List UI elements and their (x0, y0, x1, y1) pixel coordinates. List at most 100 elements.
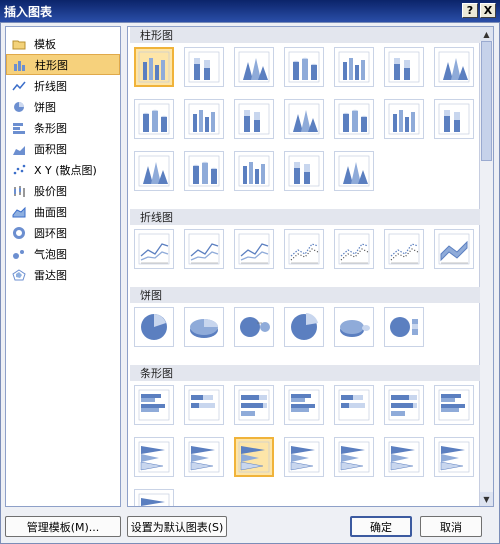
surface-chart-icon (12, 206, 26, 218)
manage-templates-button[interactable]: 管理模板(M)... (5, 516, 121, 537)
sidebar-item-radar-chart[interactable]: 雷达图 (6, 264, 120, 285)
sidebar-item-scatter-chart[interactable]: X Y (散点图) (6, 159, 120, 180)
folder-icon (12, 38, 26, 50)
sidebar-item-surface-chart[interactable]: 曲面图 (6, 201, 120, 222)
sidebar-item-bar-chart[interactable]: 条形图 (6, 117, 120, 138)
column-subtype-thumbnail[interactable] (184, 47, 224, 87)
column-subtype-thumbnail[interactable] (134, 47, 174, 87)
chart-subtype-gallery: ▲ ▼ 柱形图折线图饼图条形图面积图 (127, 26, 494, 507)
vertical-scrollbar[interactable]: ▲ ▼ (479, 27, 493, 506)
sidebar-item-label: 条形图 (34, 121, 67, 135)
column-subtype-thumbnail[interactable] (234, 47, 274, 87)
scatter-chart-icon (12, 164, 26, 176)
line-subtype-thumbnail[interactable] (184, 229, 224, 269)
column-subtype-thumbnail[interactable] (234, 99, 274, 139)
line-subtype-thumbnail[interactable] (134, 229, 174, 269)
column-subtype-thumbnail[interactable] (134, 99, 174, 139)
sidebar-item-label: 面积图 (34, 142, 67, 156)
bar-subtype-thumbnail[interactable] (434, 437, 474, 477)
radar-chart-icon (12, 268, 26, 281)
sidebar-item-pie-chart[interactable]: 饼图 (6, 96, 120, 117)
section-header: 饼图 (130, 287, 480, 303)
bar-chart-icon (12, 122, 26, 134)
bar-subtype-thumbnail[interactable] (434, 385, 474, 425)
bar-subtype-thumbnail[interactable] (384, 437, 424, 477)
sidebar-item-label: 曲面图 (34, 205, 67, 219)
line-subtype-thumbnail[interactable] (334, 229, 374, 269)
section-header: 折线图 (130, 209, 480, 225)
sidebar-item-line-chart[interactable]: 折线图 (6, 75, 120, 96)
line-subtype-thumbnail[interactable] (284, 229, 324, 269)
pie-chart-icon (12, 101, 26, 113)
sidebar-item-label: 雷达图 (34, 268, 67, 282)
pie-subtype-thumbnail[interactable] (284, 307, 324, 347)
bar-subtype-thumbnail[interactable] (134, 437, 174, 477)
line-subtype-thumbnail[interactable] (384, 229, 424, 269)
column-subtype-thumbnail[interactable] (284, 99, 324, 139)
column-subtype-thumbnail[interactable] (384, 99, 424, 139)
column-subtype-thumbnail[interactable] (384, 47, 424, 87)
sidebar-item-column-chart[interactable]: 柱形图 (6, 54, 120, 75)
help-button[interactable]: ? (462, 3, 478, 18)
scroll-down-icon[interactable]: ▼ (480, 492, 493, 506)
column-subtype-thumbnail[interactable] (234, 151, 274, 191)
scroll-up-icon[interactable]: ▲ (480, 27, 493, 41)
column-subtype-thumbnail[interactable] (184, 151, 224, 191)
column-subtype-thumbnail[interactable] (334, 99, 374, 139)
pie-subtype-thumbnail[interactable] (384, 307, 424, 347)
sidebar-item-bubble-chart[interactable]: 气泡图 (6, 243, 120, 264)
close-button[interactable]: X (480, 3, 496, 18)
dialog-title: 插入图表 (4, 4, 53, 19)
column-subtype-thumbnail[interactable] (184, 99, 224, 139)
sidebar-item-label: X Y (散点图) (34, 163, 97, 177)
bar-subtype-thumbnail[interactable] (334, 437, 374, 477)
column-subtype-thumbnail[interactable] (334, 47, 374, 87)
section-header: 柱形图 (130, 27, 480, 43)
sidebar-item-area-chart[interactable]: 面积图 (6, 138, 120, 159)
bar-subtype-thumbnail[interactable] (184, 385, 224, 425)
doughnut-chart-icon (12, 226, 26, 239)
column-subtype-thumbnail[interactable] (434, 99, 474, 139)
column-subtype-thumbnail[interactable] (134, 151, 174, 191)
bar-subtype-thumbnail[interactable] (234, 385, 274, 425)
line-chart-icon (12, 80, 26, 92)
ok-button[interactable]: 确定 (350, 516, 412, 537)
stock-chart-icon (12, 185, 26, 197)
title-bar: 插入图表 ? X (0, 0, 500, 22)
bar-subtype-thumbnail[interactable] (384, 385, 424, 425)
sidebar-item-stock-chart[interactable]: 股价图 (6, 180, 120, 201)
bar-subtype-thumbnail[interactable] (134, 385, 174, 425)
bubble-chart-icon (12, 248, 26, 260)
bar-subtype-thumbnail[interactable] (234, 437, 274, 477)
column-subtype-thumbnail[interactable] (434, 47, 474, 87)
area-chart-icon (12, 143, 26, 155)
sidebar-item-label: 圆环图 (34, 226, 67, 240)
column-chart-icon (13, 59, 27, 71)
pie-subtype-thumbnail[interactable] (134, 307, 174, 347)
column-subtype-thumbnail[interactable] (334, 151, 374, 191)
chart-type-list: 模板柱形图折线图饼图条形图面积图 X Y (散点图) 股价图曲面图圆环图气泡图雷达图 (5, 26, 121, 507)
set-default-chart-button[interactable]: 设置为默认图表(S) (127, 516, 227, 537)
sidebar-item-label: 模板 (34, 37, 56, 51)
sidebar-item-label: 柱形图 (35, 58, 68, 72)
pie-subtype-thumbnail[interactable] (184, 307, 224, 347)
bar-subtype-thumbnail[interactable] (334, 385, 374, 425)
cancel-button[interactable]: 取消 (420, 516, 482, 537)
line-subtype-thumbnail[interactable] (434, 229, 474, 269)
bar-subtype-thumbnail[interactable] (134, 489, 174, 506)
sidebar-item-label: 股价图 (34, 184, 67, 198)
column-subtype-thumbnail[interactable] (284, 47, 324, 87)
sidebar-item-label: 气泡图 (34, 247, 67, 261)
line-subtype-thumbnail[interactable] (234, 229, 274, 269)
pie-subtype-thumbnail[interactable] (334, 307, 374, 347)
sidebar-item-label: 饼图 (34, 100, 56, 114)
sidebar-item-doughnut-chart[interactable]: 圆环图 (6, 222, 120, 243)
column-subtype-thumbnail[interactable] (284, 151, 324, 191)
sidebar-item-label: 折线图 (34, 79, 67, 93)
bar-subtype-thumbnail[interactable] (284, 385, 324, 425)
scroll-thumb[interactable] (481, 41, 492, 161)
bar-subtype-thumbnail[interactable] (184, 437, 224, 477)
sidebar-item-folder[interactable]: 模板 (6, 33, 120, 54)
pie-subtype-thumbnail[interactable] (234, 307, 274, 347)
bar-subtype-thumbnail[interactable] (284, 437, 324, 477)
